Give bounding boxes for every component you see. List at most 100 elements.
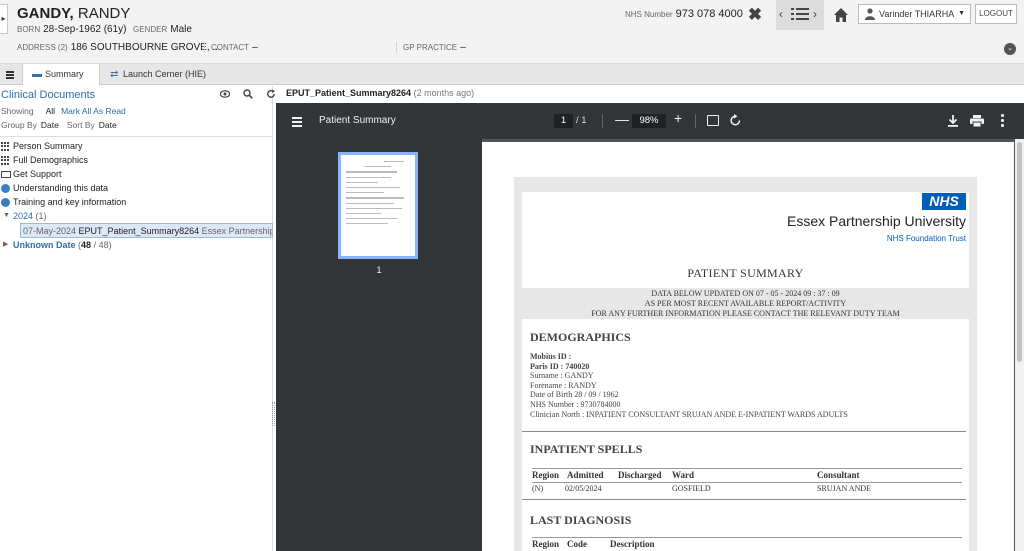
document-date: 07-May-2024 (23, 226, 77, 236)
group-by-value[interactable]: Date (41, 120, 59, 130)
cell-consultant: SRUJAN ANDE (817, 484, 872, 493)
table-rule (532, 482, 962, 483)
pdf-scrollbar-thumb[interactable] (1017, 142, 1022, 362)
contact-value: – (252, 42, 258, 53)
mark-all-read-link[interactable]: Mark All As Read (61, 106, 126, 116)
summary-icon: ▬ (32, 69, 42, 80)
page-number-input[interactable]: 1 (554, 114, 573, 128)
tab-summary[interactable]: ▬ Summary (22, 64, 100, 85)
info-icon (1, 184, 10, 193)
tree-item-label: Full Demographics (13, 155, 89, 165)
gp-practice-field: GP PRACTICE – (396, 42, 466, 53)
fit-page-icon[interactable] (707, 115, 719, 126)
tab-launch-cerner[interactable]: ⇄ Launch Cerner (HIE) (101, 64, 217, 85)
page-count: / 1 (576, 115, 587, 126)
document-header: EPUT_Patient_Summary8264 (2 months ago) (286, 88, 474, 98)
swap-icon: ⇄ (110, 69, 119, 80)
thumbnail-page-number: 1 (376, 265, 382, 275)
section-title-diagnosis: LAST DIAGNOSIS (530, 513, 632, 527)
pdf-title: Patient Summary (319, 115, 396, 126)
page-thumbnail[interactable] (338, 152, 418, 259)
patient-list-icon[interactable] (791, 7, 809, 21)
clinician-line: Clinician North : INPATIENT CONSULTANT S… (530, 409, 848, 419)
tree-group-label: 2024 (13, 211, 34, 221)
contact-label: CONTACT (211, 43, 250, 52)
count-unread: 48 (81, 240, 92, 250)
group-by-label: Group By (1, 120, 37, 130)
table-rule (532, 468, 962, 469)
born-field: BORN 28-Sep-1962 (61y) (17, 24, 127, 35)
zoom-input[interactable]: 98% (632, 114, 666, 128)
zoom-in-icon[interactable]: + (674, 110, 682, 126)
col-ward: Ward (672, 470, 695, 480)
eye-icon[interactable] (219, 90, 231, 99)
tree-item-person-summary[interactable]: Person Summary (0, 139, 273, 153)
gp-practice-label: GP PRACTICE (403, 43, 458, 52)
close-patient-icon[interactable]: ✖ (747, 5, 763, 25)
demographics-block: Mobius ID : Paris ID : 740020 Surname : … (530, 352, 848, 419)
menu-icon[interactable] (0, 64, 20, 85)
search-icon[interactable] (243, 89, 253, 100)
nhs-logo: NHS (922, 193, 966, 210)
menu-icon[interactable] (292, 116, 302, 127)
col-description: Description (610, 539, 655, 549)
update-line: AS PER MOST RECENT AVAILABLE REPORT/ACTI… (644, 299, 847, 308)
logout-button[interactable]: LOGOUT (975, 4, 1017, 24)
cell-admitted: 02/05/2024 (565, 484, 602, 493)
tree-item-training[interactable]: Training and key information (0, 195, 273, 209)
col-region: Region (532, 539, 559, 549)
tree-group-2024[interactable]: ▼ 2024 (1) (0, 209, 273, 223)
gender-field: GENDER Male (133, 24, 192, 35)
update-line: DATA BELOW UPDATED ON 07 - 05 - 2024 09 … (651, 289, 840, 298)
document-name: EPUT_Patient_Summary8264 (78, 226, 200, 236)
surname-line: Surname : GANDY (530, 371, 594, 381)
tree-item-label: Training and key information (13, 197, 127, 207)
print-icon[interactable] (970, 115, 984, 127)
section-divider (522, 499, 966, 500)
tree-item-full-demographics[interactable]: Full Demographics (0, 153, 273, 167)
count-total: / 48) (93, 240, 112, 250)
collapse-banner-button[interactable]: ▸ (0, 4, 8, 34)
grid-icon (1, 156, 11, 165)
document-sheet: NHS Essex Partnership University NHS Fou… (514, 177, 977, 551)
home-icon[interactable] (833, 7, 849, 23)
rotate-icon[interactable] (729, 114, 742, 127)
pdf-toolbar: Patient Summary 1 / 1 — 98% + (276, 103, 1024, 139)
nhs-number-label: NHS Number (625, 10, 673, 19)
download-icon[interactable] (947, 114, 959, 127)
grid-icon (1, 142, 11, 151)
document-body: NHS Essex Partnership University NHS Fou… (522, 192, 969, 551)
sort-by-label: Sort By (66, 120, 95, 130)
triangle-right-icon[interactable]: ▶ (3, 238, 8, 252)
document-tree: Person Summary Full Demographics Get Sup… (0, 136, 273, 252)
nhs-number-field: NHS Number 973 078 4000 (625, 8, 743, 20)
born-value: 28-Sep-1962 (61y) (43, 24, 127, 35)
zoom-out-icon[interactable]: — (615, 111, 629, 127)
more-options-icon[interactable] (1000, 113, 1004, 127)
forename-line: Forename : RANDY (530, 380, 597, 390)
pane-splitter[interactable] (272, 402, 275, 426)
next-patient-icon[interactable]: › (813, 7, 817, 21)
address-field[interactable]: ADDRESS (2) 186 SOUTHBOURNE GROVE, ... (17, 42, 221, 53)
refresh-icon[interactable] (266, 89, 276, 99)
tree-group-unknown-date[interactable]: ▶ Unknown Date (48 / 48) (0, 238, 273, 252)
expand-banner-icon[interactable]: ⌄ (1004, 43, 1016, 55)
pdf-viewer: Patient Summary 1 / 1 — 98% + 1 NHS Esse… (276, 103, 1024, 551)
showing-value[interactable]: All (46, 106, 55, 116)
update-line: FOR ANY FURTHER INFORMATION PLEASE CONTA… (591, 309, 900, 318)
tab-summary-label: Summary (45, 69, 84, 79)
section-divider (522, 431, 966, 432)
pdf-scrollbar[interactable] (1015, 139, 1024, 551)
tree-item-understanding[interactable]: Understanding this data (0, 181, 273, 195)
toolbar-divider (602, 114, 603, 128)
col-region: Region (532, 470, 559, 480)
document-row-selected[interactable]: 07-May-2024 EPUT_Patient_Summary8264 Ess… (20, 223, 273, 238)
sort-by-value[interactable]: Date (99, 120, 117, 130)
showing-label: Showing (1, 106, 34, 116)
dob-line: Date of Birth 28 / 09 / 1962 (530, 390, 619, 400)
triangle-down-icon[interactable]: ▼ (3, 209, 10, 223)
tree-item-get-support[interactable]: Get Support (0, 167, 273, 181)
section-title-demographics: DEMOGRAPHICS (530, 330, 631, 344)
previous-patient-icon[interactable]: ‹ (779, 7, 783, 21)
user-menu-dropdown[interactable]: Varinder THIARHA ▼ (858, 4, 971, 24)
